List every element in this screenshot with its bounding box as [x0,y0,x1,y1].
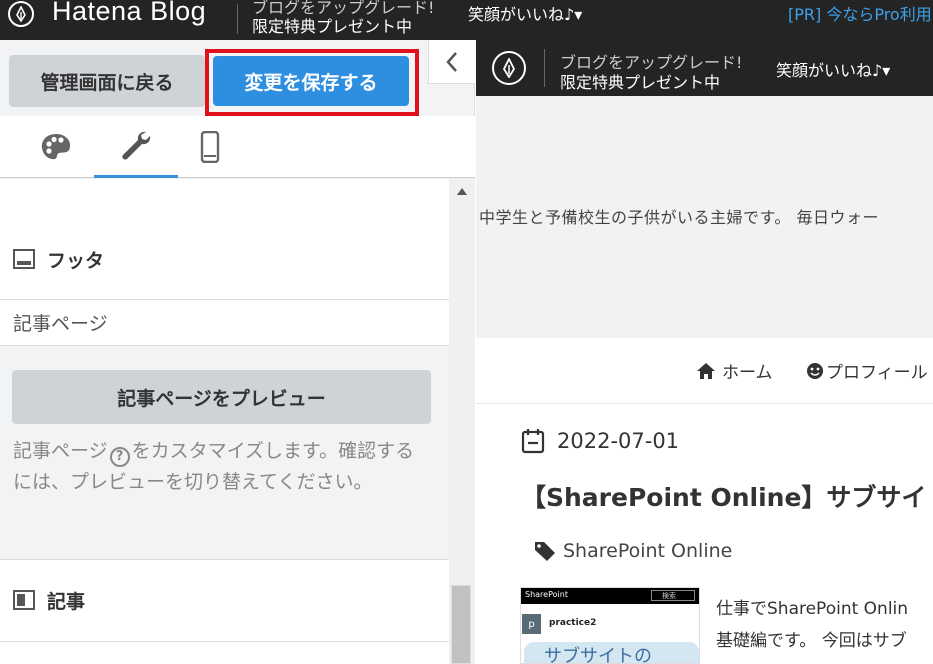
thumb-topbar: SharePoint 検索 [521,588,699,604]
article-layout-icon [13,590,35,610]
section-footer[interactable]: フッタ [0,244,449,274]
pen-nib-icon[interactable] [492,51,526,85]
home-icon [697,362,715,379]
nav-profile-label: プロフィール [826,363,928,383]
scrollbar-thumb[interactable] [451,585,471,664]
excerpt-line2: 基礎編です。 今回はサブ [716,631,907,651]
upgrade-promo-line2[interactable]: 限定特典プレゼント中 [252,13,412,37]
section-article-label: 記事 [47,590,86,613]
panel-tabs [0,116,475,178]
post-date: 2022-07-01 [521,428,679,454]
thumb-search: 検索 [651,590,695,601]
settings-scroll-area: フッタ 記事ページ 記事ページをプレビュー 記事ページ? をカスタマイズします。確… [0,179,449,664]
footer-layout-icon [13,249,35,269]
tab-smartphone[interactable] [168,116,252,178]
header-divider [237,4,238,34]
desc-text-before: 記事ページ [13,440,108,462]
preview-header: ブログをアップグレード! 限定特典プレゼント中 笑顔がいいね♪▾ [476,40,933,96]
nav-profile[interactable]: プロフィール [806,358,928,383]
blog-preview: ブログをアップグレード! 限定特典プレゼント中 笑顔がいいね♪▾ 中学生と予備校… [476,40,933,664]
nav-home-label: ホーム [722,363,773,383]
thumb-site-icon: p [522,614,541,634]
hatena-logo[interactable]: Hatena Blog [8,0,206,28]
pr-link[interactable]: [PR] 今ならPro利用 [788,1,932,25]
pen-nib-icon [8,1,34,27]
wrench-icon [122,131,151,160]
article-page-description: 記事ページ? をカスタマイズします。確認するには、プレビューを切り替えてください。 [13,436,433,497]
user-menu[interactable]: 笑顔がいいね♪▾ [468,1,582,25]
excerpt-line1: 仕事でSharePoint Onlin [716,599,909,619]
blog-nav: ホーム プロフィール [476,338,933,404]
post-title[interactable]: 【SharePoint Online】サブサイト [521,478,933,514]
preview-article-page-button[interactable]: 記事ページをプレビュー [12,370,431,424]
smartphone-icon [200,131,220,163]
palette-icon [41,134,71,160]
post-category[interactable]: SharePoint Online [534,540,732,562]
tab-customize[interactable] [94,116,178,178]
preview-user-menu[interactable]: 笑顔がいいね♪▾ [776,57,890,81]
thumb-site-name: practice2 [549,618,597,628]
help-icon[interactable]: ? [109,447,130,467]
article-page-row[interactable]: 記事ページ [0,299,449,345]
nav-home[interactable]: ホーム [696,358,773,383]
blog-header: 中学生と予備校生の子供がいる主婦です。 毎日ウォー [476,96,933,338]
chevron-left-icon [446,51,457,72]
preview-header-divider [544,49,545,87]
section-footer-label: フッタ [47,249,105,272]
section-article[interactable]: 記事 [0,585,449,615]
post-category-label: SharePoint Online [563,540,733,562]
smile-icon [807,362,823,379]
divider-row [0,641,449,664]
tag-icon [535,542,555,561]
collapse-panel-button[interactable] [428,40,475,84]
thumb-big-text: サブサイトの [524,642,699,663]
customize-panel: 管理画面に戻る 変更を保存する フッタ 記事ページ 記事ページをプレビュー 記事… [0,40,475,664]
global-header: Hatena Blog ブログをアップグレード! 限定特典プレゼント中 笑顔がい… [0,0,933,40]
preview-promo-line2[interactable]: 限定特典プレゼント中 [560,69,720,93]
back-to-dashboard-button[interactable]: 管理画面に戻る [9,55,205,107]
tab-design[interactable] [14,116,98,178]
scrollbar[interactable] [449,179,475,664]
save-changes-button[interactable]: 変更を保存する [213,56,409,106]
blog-description: 中学生と予備校生の子供がいる主婦です。 毎日ウォー [479,208,879,227]
logo-text: Hatena Blog [52,0,207,26]
article-page-detail: 記事ページをプレビュー 記事ページ? をカスタマイズします。確認するには、プレビュ… [0,345,449,560]
post-excerpt: 仕事でSharePoint Onlin 基礎編です。 今回はサブ [716,593,933,657]
calendar-icon [521,429,545,454]
post-thumbnail[interactable]: SharePoint 検索 p practice2 サブサイトの [520,587,700,664]
article-page-label: 記事ページ [13,313,108,335]
thumb-bar-title: SharePoint [525,590,568,599]
scroll-up-arrow-icon[interactable] [457,188,467,195]
post-date-text: 2022-07-01 [557,429,680,453]
